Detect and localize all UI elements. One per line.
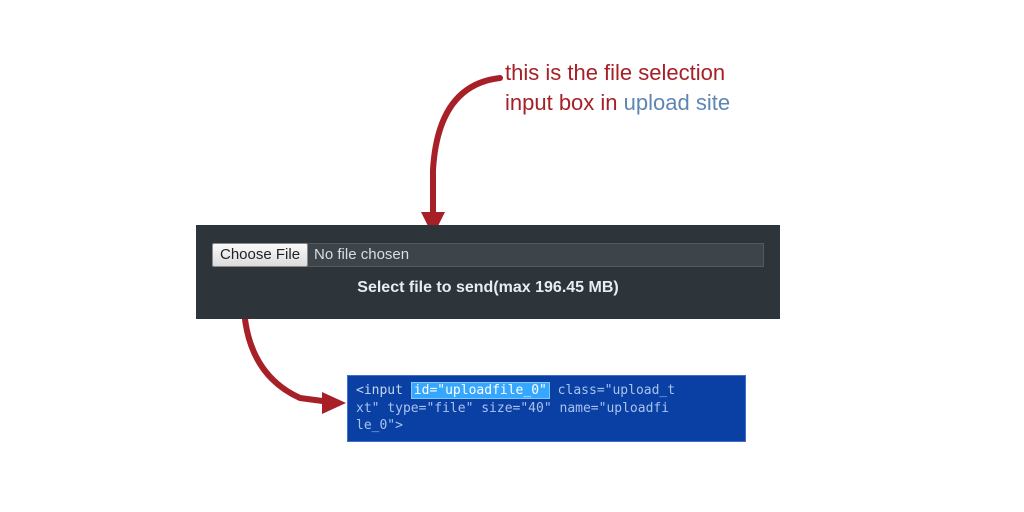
arrow-bottom-head [322, 392, 346, 414]
code-post1: class="upload_t [550, 383, 675, 398]
code-pre: <input [356, 383, 411, 398]
code-post2: xt" type="file" size="40" name="uploadfi [356, 401, 669, 416]
file-name-display[interactable]: No file chosen [308, 243, 764, 267]
annotation-line2-pre: input box in [505, 90, 624, 115]
upload-hint: Select file to send(max 196.45 MB) [212, 279, 764, 297]
choose-file-button[interactable]: Choose File [212, 243, 308, 267]
arrow-top-path [433, 78, 500, 218]
upload-panel: Choose File No file chosen Select file t… [196, 225, 780, 319]
annotation-line1: this is the file selection [505, 60, 725, 85]
annotation-link: upload site [624, 90, 730, 115]
code-post3: le_0"> [356, 418, 403, 433]
annotation-text: this is the file selection input box in … [505, 58, 845, 117]
devtools-snippet: <input id="uploadfile_0" class="upload_t… [347, 375, 746, 442]
file-input-row: Choose File No file chosen [212, 243, 764, 267]
code-highlight: id="uploadfile_0" [411, 382, 550, 399]
